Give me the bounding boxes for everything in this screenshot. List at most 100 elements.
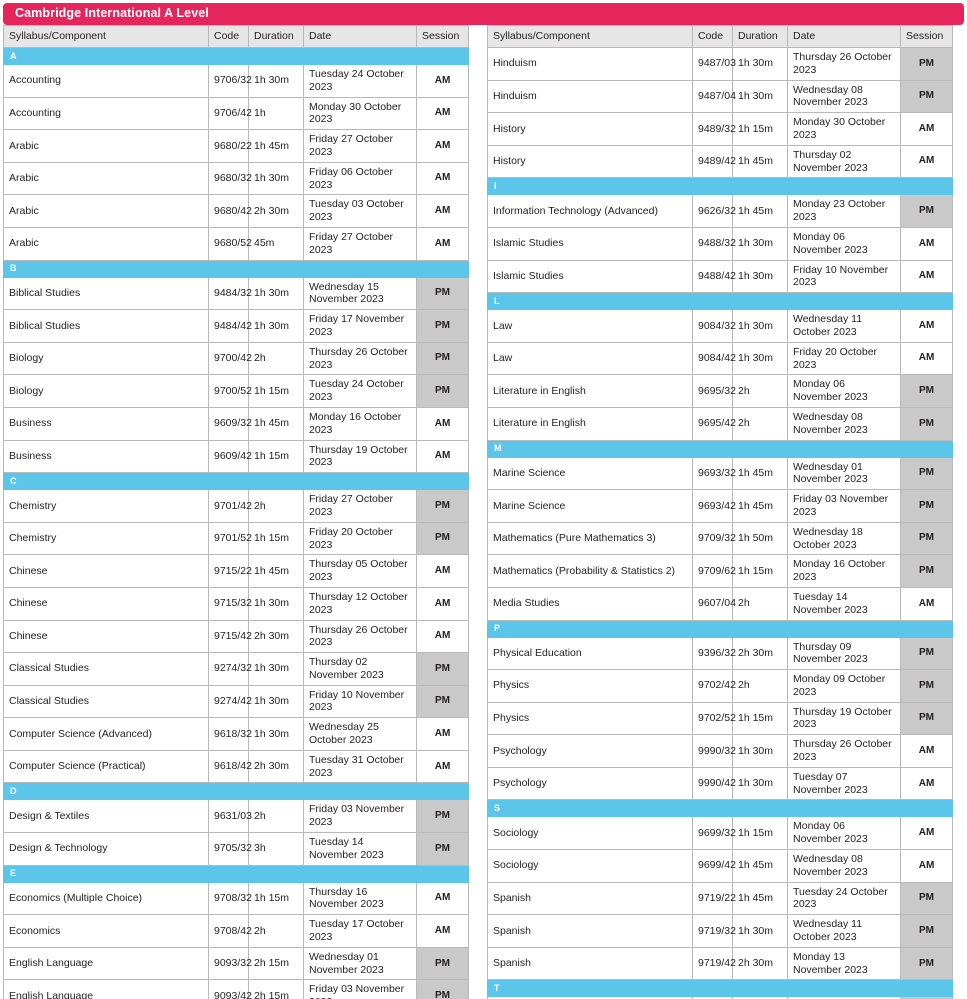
letter-divider-row: I [487,177,953,196]
cell-code: 9706/32 [208,64,252,98]
table-row: Economics (Multiple Choice) 9708/32 1h 15m… [3,881,469,916]
cell-duration: 45m [248,226,304,261]
cell-date: Friday 10 November 2023 [787,259,901,294]
cell-syllabus: History [487,144,693,179]
cell-code: 9084/42 [692,341,736,376]
cell-syllabus: Spanish [487,881,693,916]
table-row: Accounting 9706/42 1h Monday 30 October 202… [3,96,469,131]
cell-syllabus: Business [3,406,209,441]
cell-code: 9715/22 [208,554,252,588]
table-row: Hinduism 9487/04 1h 30m Wednesday 08 Novemb… [487,79,953,114]
cell-duration: 1h 45m [248,129,304,163]
table-row: Classical Studies 9274/32 1h 30m Thursday 0… [3,652,469,686]
table-row: Design & Technology 9705/32 3h Tuesday 14 N… [3,832,469,866]
cell-code: 9084/32 [692,309,736,343]
table-row: Business 9609/32 1h 45m Monday 16 October 2… [3,406,469,441]
cell-duration: 1h 15m [248,521,304,556]
table-row: Chemistry 9701/52 1h 15m Friday 20 October … [3,521,469,556]
cell-syllabus: Literature in English [487,374,693,408]
cell-session: AM [900,816,953,851]
cell-syllabus: Chinese [3,554,209,588]
letter-divider-row: T [487,979,953,998]
cell-duration: 1h 30m [248,309,304,343]
cell-code: 9093/32 [208,946,252,981]
cell-duration: 1h 15m [732,701,788,736]
table-row: Biblical Studies 9484/32 1h 30m Wednesday 1… [3,276,469,311]
cell-session: PM [416,276,469,311]
cell-session: AM [416,749,469,784]
table-row: Islamic Studies 9488/42 1h 30m Friday 10 No… [487,259,953,294]
cell-duration: 2h 15m [248,946,304,981]
cell-session: PM [416,684,469,719]
table-body-right: Hinduism 9487/03 1h 30m Thursday 26 October… [487,47,953,999]
cell-session: AM [416,64,469,98]
cell-date: Monday 13 November 2023 [787,946,901,981]
cell-session: PM [416,832,469,866]
cell-session: PM [416,946,469,981]
cell-session: PM [900,489,953,523]
cell-date: Monday 06 November 2023 [787,816,901,851]
letter-label: T [487,979,953,998]
cell-date: Thursday 02 November 2023 [787,144,901,179]
cell-date: Monday 06 November 2023 [787,374,901,408]
cell-date: Monday 16 October 2023 [787,554,901,588]
cell-duration: 1h 30m [732,47,788,81]
cell-code: 9702/52 [692,701,736,736]
cell-code: 9719/32 [692,914,736,948]
cell-duration: 1h 45m [248,406,304,441]
cell-duration: 1h 45m [732,194,788,228]
cell-date: Thursday 05 October 2023 [303,554,417,588]
cell-syllabus: Biology [3,341,209,376]
cell-code: 9618/32 [208,717,252,751]
cell-date: Friday 03 November 2023 [303,799,417,834]
cell-duration: 1h 30m [732,341,788,376]
table-row: Biology 9700/52 1h 15m Tuesday 24 October 2… [3,374,469,408]
cell-code: 9488/42 [692,259,736,294]
header-row: Syllabus/Component Code Duration Date Se… [487,25,953,48]
cell-syllabus: Business [3,439,209,474]
cell-syllabus: Hinduism [487,79,693,114]
cell-session: AM [416,439,469,474]
cell-syllabus: Islamic Studies [487,226,693,261]
letter-label: D [3,782,469,801]
cell-code: 9695/32 [692,374,736,408]
cell-duration: 1h 30m [248,684,304,719]
cell-session: PM [900,374,953,408]
cell-duration: 1h 15m [248,374,304,408]
cell-syllabus: Chinese [3,586,209,621]
cell-duration: 1h 45m [732,881,788,916]
cell-syllabus: Law [487,309,693,343]
table-row: Business 9609/42 1h 15m Thursday 19 October… [3,439,469,474]
page-title: Cambridge International A Level [15,6,209,20]
cell-date: Thursday 16 November 2023 [303,881,417,916]
cell-syllabus: Biblical Studies [3,276,209,311]
cell-syllabus: Mathematics (Probability & Statistics 2) [487,554,693,588]
cell-code: 9093/42 [208,979,252,999]
cell-session: AM [416,619,469,654]
cell-code: 9487/04 [692,79,736,114]
letter-divider-row: E [3,864,469,883]
table-row: English Language 9093/42 2h 15m Friday 03 N… [3,979,469,999]
cell-date: Monday 30 October 2023 [787,112,901,146]
table-row: Physics 9702/42 2h Monday 09 October 2023 PM [487,669,953,703]
cell-duration: 1h 30m [248,276,304,311]
cell-syllabus: History [487,112,693,146]
timetable-table-left: Syllabus/Component Code Duration Date Se… [3,25,469,999]
cell-date: Thursday 09 November 2023 [787,636,901,671]
cell-syllabus: Biblical Studies [3,309,209,343]
table-header-right: Syllabus/Component Code Duration Date Se… [487,25,953,48]
timetable-column-right: Syllabus/Component Code Duration Date Se… [487,25,953,999]
table-row: Arabic 9680/32 1h 30m Friday 06 October 202… [3,161,469,196]
cell-duration: 1h 30m [248,652,304,686]
letter-label: B [3,259,469,278]
cell-code: 9705/32 [208,832,252,866]
cell-duration: 1h 15m [732,816,788,851]
letter-label: P [487,619,953,638]
letter-label: E [3,864,469,883]
cell-date: Monday 16 October 2023 [303,406,417,441]
cell-code: 9618/42 [208,749,252,784]
cell-session: PM [900,881,953,916]
cell-duration: 1h 30m [248,586,304,621]
letter-label: C [3,472,469,491]
letter-divider-row: P [487,619,953,638]
